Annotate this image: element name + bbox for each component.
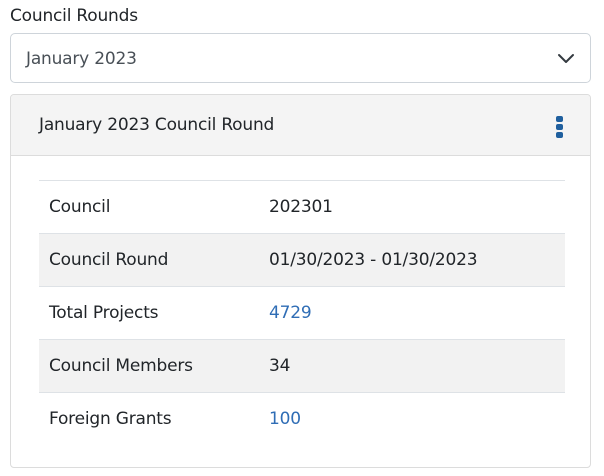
kebab-menu-icon[interactable] (554, 115, 566, 141)
row-label-council-round: Council Round (39, 233, 259, 287)
council-round-card: January 2023 Council Round Council 20230… (10, 94, 591, 468)
card-header: January 2023 Council Round (11, 95, 590, 156)
row-label-foreign-grants: Foreign Grants (49, 409, 172, 429)
selected-round-value: January 2023 (26, 49, 137, 69)
row-value-council-members: 34 (259, 339, 565, 393)
row-label-total-projects: Total Projects (39, 286, 259, 340)
row-value-council: 202301 (259, 180, 565, 234)
table-row: Council 202301 (39, 180, 565, 234)
total-projects-link[interactable]: 4729 (269, 303, 312, 323)
foreign-grants-link[interactable]: 100 (269, 409, 301, 429)
row-label-council-members: Council Members (39, 339, 259, 393)
council-details-table: Council 202301 Council Round 01/30/2023 … (39, 180, 565, 445)
chevron-down-icon (558, 54, 574, 63)
card-title: January 2023 Council Round (39, 115, 275, 135)
table-row: Total Projects 4729 (39, 286, 565, 340)
council-rounds-label: Council Rounds (10, 6, 138, 26)
table-row: Council Members 34 (39, 339, 565, 393)
council-rounds-panel: Council Rounds January 2023 January 2023… (0, 0, 604, 476)
table-row: Council Round 01/30/2023 - 01/30/2023 (39, 233, 565, 287)
row-value-council-round: 01/30/2023 - 01/30/2023 (259, 233, 565, 287)
council-round-select[interactable]: January 2023 (10, 33, 591, 83)
table-row: Foreign Grants 100 (39, 393, 565, 446)
row-label-council: Council (39, 180, 259, 234)
